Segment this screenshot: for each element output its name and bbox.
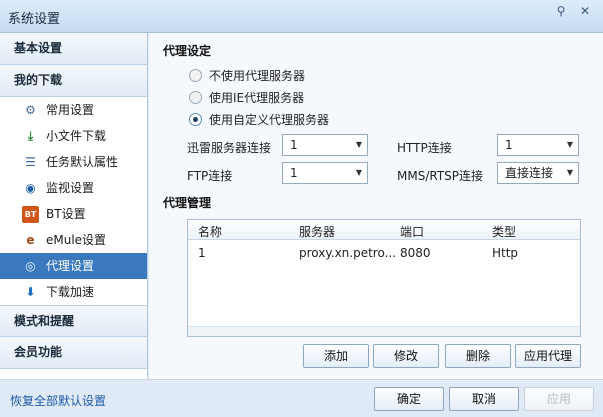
cell-server: proxy.xn.petro... [299, 246, 397, 260]
sidebar-group-basic[interactable]: 基本设置 [0, 33, 147, 65]
radio-ie-proxy[interactable]: 使用IE代理服务器 [189, 90, 304, 106]
select-value: 1 [290, 166, 298, 180]
sidebar-item-label: 监视设置 [46, 181, 95, 195]
chevron-down-icon: ▼ [566, 168, 573, 177]
column-header-port[interactable]: 端口 [400, 223, 424, 240]
apply-proxy-button[interactable]: 应用代理 [515, 344, 581, 368]
monitor-eye-icon: ◉ [25, 181, 36, 195]
radio-label: 不使用代理服务器 [209, 69, 306, 83]
sidebar-item-accelerate[interactable]: ⬇ 下载加速 [0, 279, 147, 305]
list-icon: ☰ [25, 155, 36, 169]
sidebar-group-my-downloads[interactable]: 我的下载 [0, 65, 147, 97]
add-proxy-button[interactable]: 添加 [303, 344, 369, 368]
cell-port: 8080 [400, 246, 431, 260]
delete-proxy-button[interactable]: 删除 [445, 344, 511, 368]
select-value: 1 [290, 138, 298, 152]
table-header: 名称 服务器 端口 类型 [188, 220, 580, 240]
sidebar-item-label: BT设置 [46, 207, 86, 221]
chevron-down-icon: ▼ [355, 168, 362, 177]
accelerate-icon: ⬇ [25, 285, 36, 299]
sidebar-item-label: 小文件下载 [46, 129, 107, 143]
table-row[interactable]: 1 proxy.xn.petro... 8080 Http [188, 242, 580, 264]
close-icon[interactable]: ✕ [576, 3, 594, 19]
window-title: 系统设置 [8, 12, 61, 27]
horizontal-scrollbar[interactable] [188, 326, 580, 336]
ok-button[interactable]: 确定 [374, 387, 444, 411]
radio-label: 使用IE代理服务器 [209, 91, 305, 105]
sidebar-item-task-defaults[interactable]: ☰ 任务默认属性 [0, 149, 147, 175]
sidebar-item-label: 常用设置 [46, 103, 95, 117]
ftp-connection-select[interactable]: 1 ▼ [282, 162, 368, 184]
sidebar-item-monitor[interactable]: ◉ 监视设置 [0, 175, 147, 201]
proxy-settings-panel: 代理设定 不使用代理服务器 使用IE代理服务器 使用自定义代理服务器 迅雷服务器… [149, 33, 603, 379]
sidebar-item-label: eMule设置 [46, 233, 107, 247]
pin-icon[interactable]: ⚲ [552, 3, 570, 19]
edit-proxy-button[interactable]: 修改 [373, 344, 439, 368]
mms-connection-label: MMS/RTSP连接 [397, 169, 484, 183]
sidebar-item-label: 代理设置 [46, 259, 95, 273]
column-header-name[interactable]: 名称 [198, 223, 222, 240]
restore-defaults-link[interactable]: 恢复全部默认设置 [10, 392, 106, 409]
title-bar: 系统设置 ⚲ ✕ [0, 0, 603, 33]
select-value: 1 [505, 138, 513, 152]
sidebar-item-bt[interactable]: BT BT设置 [0, 201, 147, 227]
sidebar-item-label: 任务默认属性 [46, 155, 119, 169]
sidebar-item-small-file[interactable]: ⤓ 小文件下载 [0, 123, 147, 149]
sidebar: 基本设置 我的下载 ⚙ 常用设置 ⤓ 小文件下载 ☰ 任务默认属性 ◉ 监视设置… [0, 33, 148, 379]
radio-dot[interactable] [189, 91, 202, 104]
sidebar-group-membership[interactable]: 会员功能 [0, 337, 147, 369]
radio-dot[interactable] [189, 113, 202, 126]
proxy-management-title: 代理管理 [163, 196, 212, 210]
proxy-table: 名称 服务器 端口 类型 1 proxy.xn.petro... 8080 Ht… [187, 219, 581, 337]
cancel-button[interactable]: 取消 [449, 387, 519, 411]
radio-label: 使用自定义代理服务器 [209, 113, 330, 127]
chevron-down-icon: ▼ [566, 140, 573, 149]
cell-name: 1 [198, 246, 206, 260]
apply-button[interactable]: 应用 [524, 387, 594, 411]
sidebar-group-mode-alerts[interactable]: 模式和提醒 [0, 305, 147, 337]
thunder-connection-select[interactable]: 1 ▼ [282, 134, 368, 156]
chevron-down-icon: ▼ [355, 140, 362, 149]
column-header-server[interactable]: 服务器 [299, 223, 335, 240]
http-connection-label: HTTP连接 [397, 141, 452, 155]
radio-custom-proxy[interactable]: 使用自定义代理服务器 [189, 112, 329, 128]
proxy-settings-title: 代理设定 [163, 44, 212, 58]
bt-icon: BT [22, 206, 39, 223]
http-connection-select[interactable]: 1 ▼ [497, 134, 579, 156]
ftp-connection-label: FTP连接 [187, 169, 233, 183]
radio-no-proxy[interactable]: 不使用代理服务器 [189, 68, 305, 84]
select-value: 直接连接 [505, 166, 554, 180]
sidebar-item-emule[interactable]: e eMule设置 [0, 227, 147, 253]
gear-icon: ⚙ [25, 103, 36, 117]
thunder-connection-label: 迅雷服务器连接 [187, 141, 272, 155]
cell-type: Http [492, 246, 519, 260]
column-header-type[interactable]: 类型 [492, 223, 516, 240]
sidebar-item-proxy[interactable]: ◎ 代理设置 [0, 253, 147, 279]
download-arrow-icon: ⤓ [27, 129, 34, 143]
emule-icon: e [26, 233, 35, 247]
radio-dot[interactable] [189, 69, 202, 82]
sidebar-item-common[interactable]: ⚙ 常用设置 [0, 97, 147, 123]
mms-connection-select[interactable]: 直接连接 ▼ [497, 162, 579, 184]
sidebar-item-label: 下载加速 [46, 285, 95, 299]
proxy-globe-icon: ◎ [25, 259, 36, 273]
